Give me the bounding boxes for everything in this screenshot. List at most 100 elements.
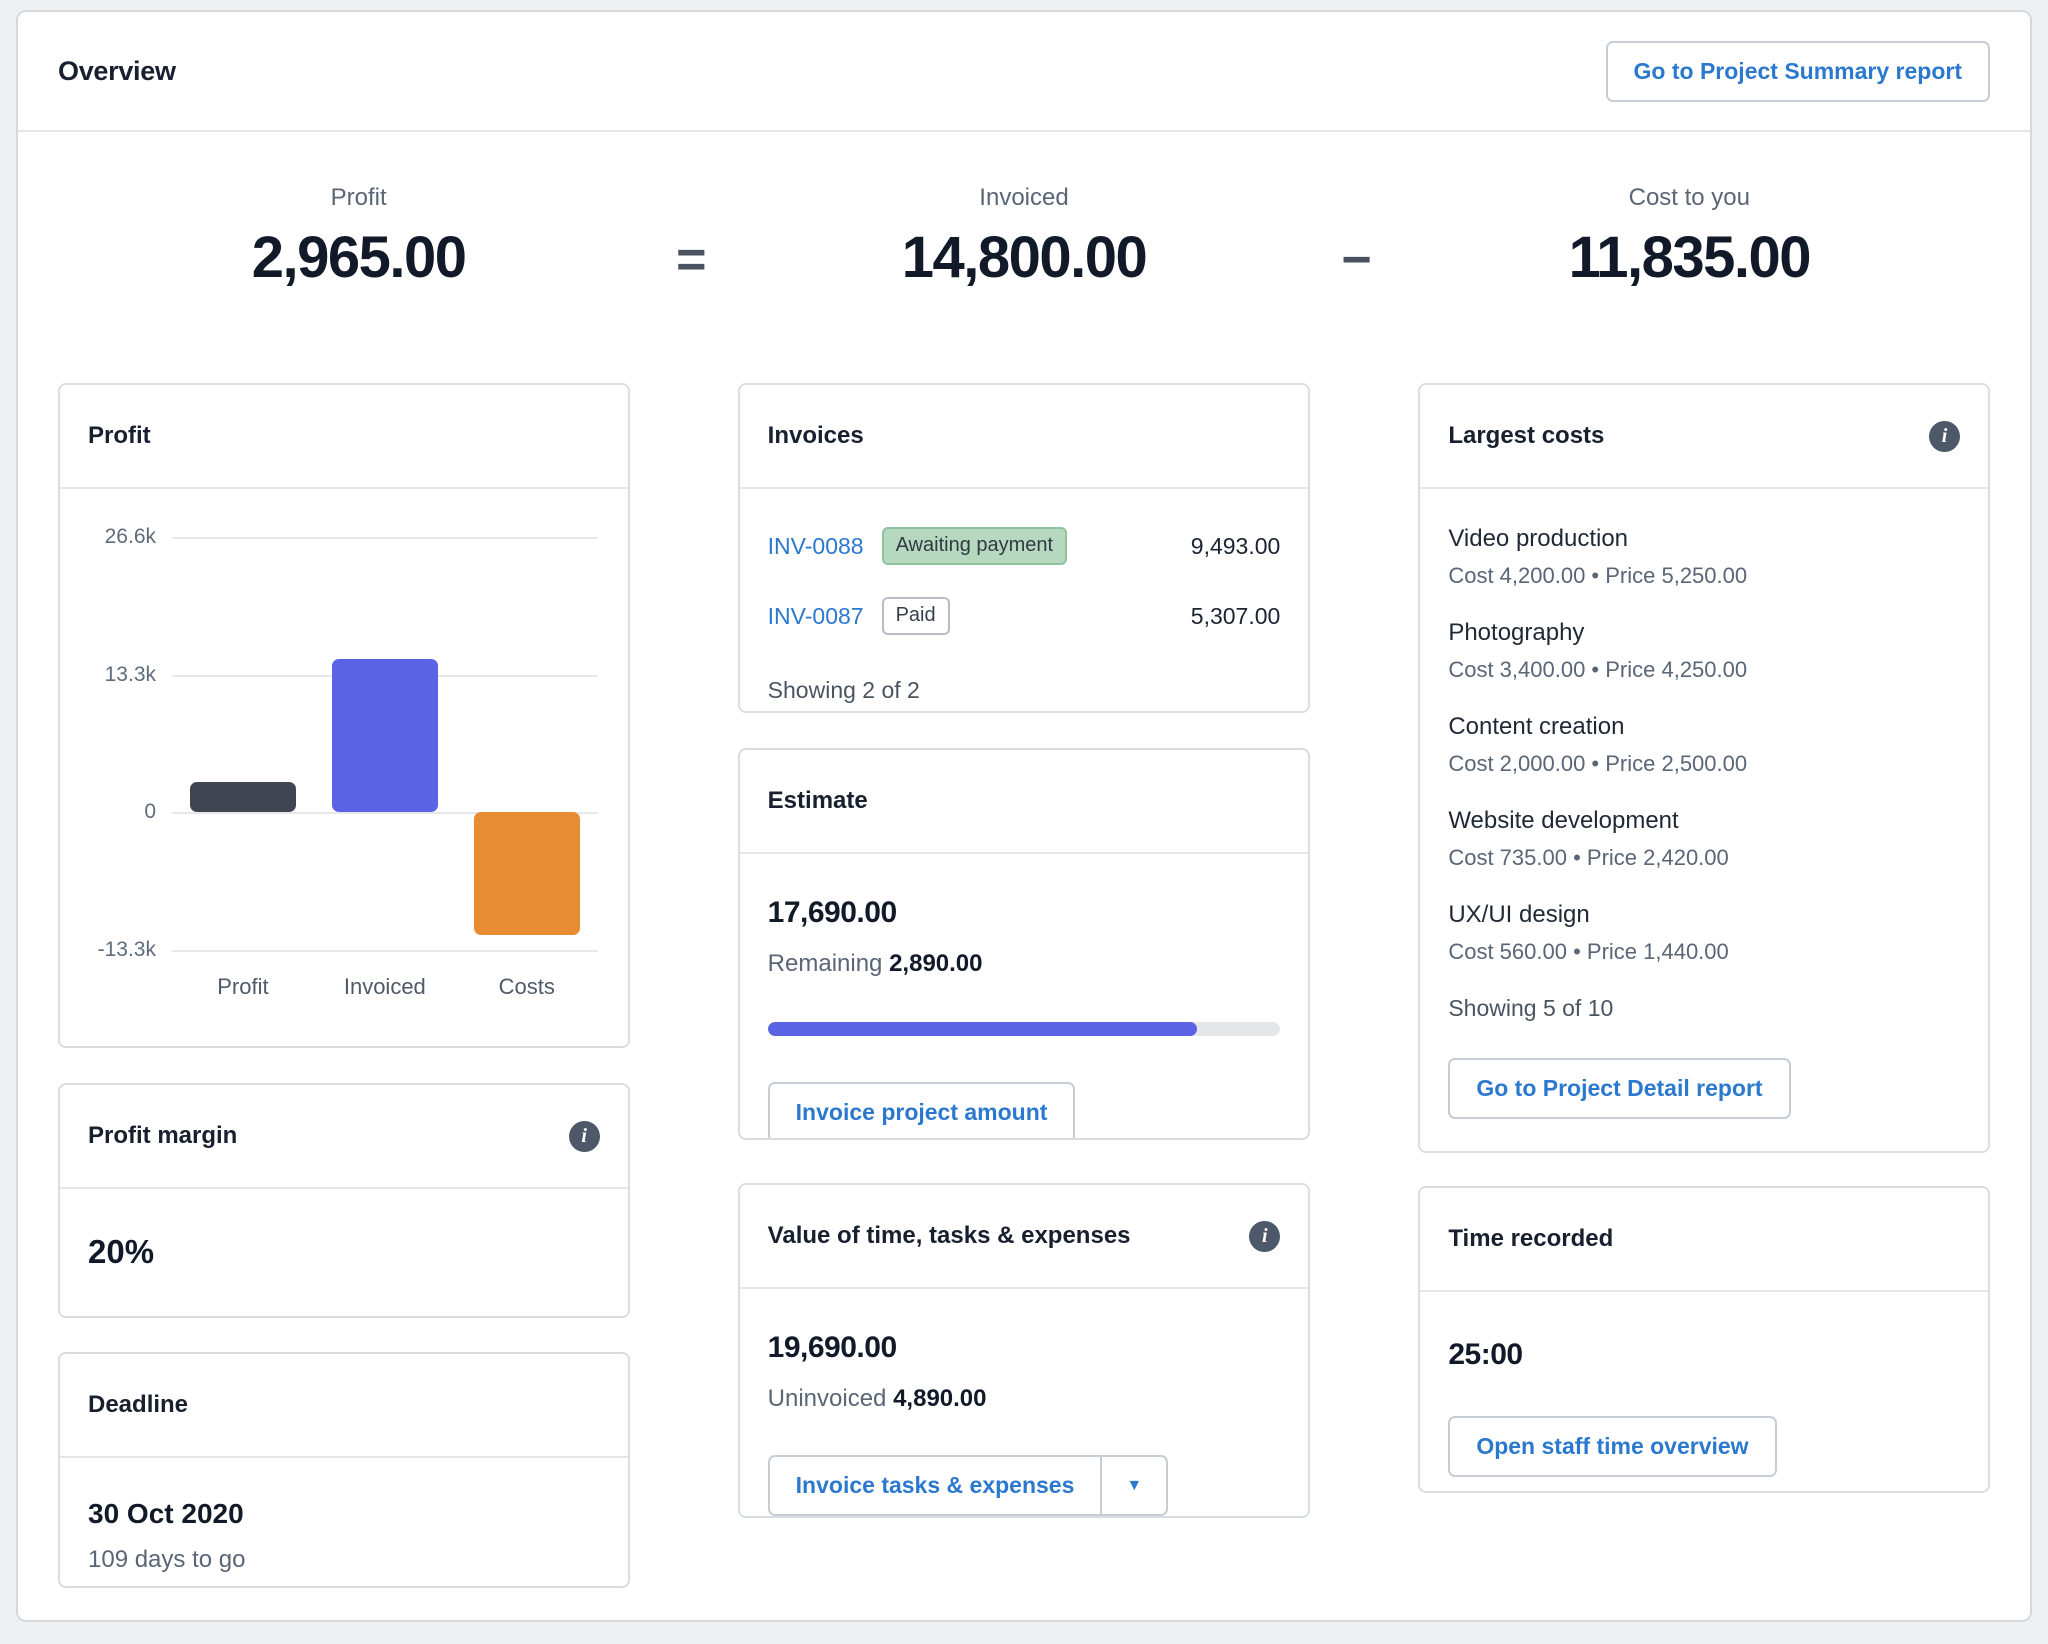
- cost-item: Photography Cost 3,400.00 • Price 4,250.…: [1448, 619, 1960, 683]
- bar-profit: [189, 781, 296, 813]
- x-tick-label: Profit: [217, 974, 269, 999]
- summary-stat-cost: Cost to you 11,835.00: [1389, 184, 1990, 291]
- bar-costs: [473, 812, 580, 935]
- card-header: Profit: [60, 385, 628, 489]
- y-tick-label: 13.3k: [104, 662, 156, 686]
- summary-stat-label: Cost to you: [1628, 184, 1751, 211]
- card-title: Time recorded: [1448, 1225, 1614, 1252]
- deadline-body: 30 Oct 2020 109 days to go: [60, 1458, 628, 1586]
- y-tick-label: -13.3k: [97, 938, 156, 961]
- caret-down-icon[interactable]: ▼: [1102, 1455, 1169, 1516]
- summary-stat-invoiced: Invoiced 14,800.00: [723, 184, 1324, 291]
- card-header: Estimate: [739, 750, 1309, 854]
- largest-costs-body: Video production Cost 4,200.00 • Price 5…: [1420, 489, 1988, 1119]
- panel-header: Overview Go to Project Summary report: [18, 12, 2030, 132]
- value-of-time-card: Value of time, tasks & expenses i 19,690…: [737, 1183, 1311, 1518]
- showing-count: Showing 5 of 10: [1448, 995, 1614, 1021]
- go-to-project-detail-report-button[interactable]: Go to Project Detail report: [1448, 1058, 1791, 1119]
- summary-stat-profit: Profit 2,965.00: [58, 184, 659, 291]
- estimate-body: 17,690.00 Remaining 2,890.00 Invoice pro…: [740, 854, 1309, 1138]
- time-recorded-body: 25:00 Open staff time overview: [1420, 1292, 1988, 1477]
- cost-detail: Cost 4,200.00 • Price 5,250.00: [1448, 563, 1748, 588]
- invoices-card: Invoices INV-0088 Awaiting payment 9,493…: [737, 383, 1311, 713]
- x-tick-label: Invoiced: [343, 974, 426, 999]
- card-title: Profit margin: [88, 1122, 238, 1149]
- page-title: Overview: [58, 55, 176, 86]
- middle-column: Invoices INV-0088 Awaiting payment 9,493…: [737, 383, 1311, 1588]
- cost-item: Website development Cost 735.00 • Price …: [1448, 807, 1960, 871]
- left-column: Profit 26.6k 13.3k 0 -13.3k Profit Invoiced Co…: [58, 383, 630, 1588]
- deadline-date: 30 Oct 2020: [88, 1498, 244, 1529]
- go-to-project-summary-report-button[interactable]: Go to Project Summary report: [1605, 40, 1990, 102]
- open-staff-time-overview-button[interactable]: Open staff time overview: [1448, 1416, 1777, 1477]
- estimate-progress-track: [767, 1022, 1281, 1036]
- minus-operator: −: [1341, 231, 1372, 289]
- invoice-row: INV-0088 Awaiting payment 9,493.00: [768, 527, 1281, 565]
- invoice-link[interactable]: INV-0088: [768, 533, 864, 560]
- card-header: Time recorded: [1420, 1188, 1988, 1292]
- card-header: Profit margin i: [60, 1085, 628, 1189]
- overview-panel: Overview Go to Project Summary report Pr…: [16, 10, 2032, 1622]
- summary-stat-value: 14,800.00: [901, 225, 1148, 290]
- x-tick-label: Costs: [498, 974, 555, 999]
- showing-count: Showing 2 of 2: [767, 677, 920, 703]
- cost-detail: Cost 560.00 • Price 1,440.00: [1448, 939, 1729, 964]
- summary-stat-label: Invoiced: [979, 184, 1069, 211]
- time-recorded-value: 25:00: [1448, 1338, 1523, 1371]
- profit-margin-card: Profit margin i 20%: [58, 1083, 630, 1318]
- estimate-card: Estimate 17,690.00 Remaining 2,890.00 In…: [737, 748, 1311, 1140]
- invoice-amount: 5,307.00: [1190, 602, 1281, 629]
- invoice-row: INV-0087 Paid 5,307.00: [768, 597, 1281, 635]
- estimate-progress-fill: [767, 1022, 1197, 1036]
- chart-gridline: [172, 537, 598, 539]
- y-tick-label: 26.6k: [104, 525, 156, 548]
- invoice-project-amount-button[interactable]: Invoice project amount: [767, 1082, 1076, 1138]
- cost-item: Content creation Cost 2,000.00 • Price 2…: [1448, 713, 1960, 777]
- cost-detail: Cost 3,400.00 • Price 4,250.00: [1448, 657, 1748, 682]
- cost-name: Video production: [1448, 525, 1629, 552]
- card-header: Invoices: [739, 385, 1309, 489]
- card-title: Largest costs: [1448, 422, 1605, 449]
- right-column: Largest costs i Video production Cost 4,…: [1418, 383, 1990, 1588]
- card-title: Estimate: [767, 787, 868, 814]
- invoice-link[interactable]: INV-0087: [768, 603, 864, 630]
- card-title: Deadline: [88, 1391, 189, 1418]
- cards-grid: Profit 26.6k 13.3k 0 -13.3k Profit Invoiced Co…: [18, 383, 2030, 1588]
- estimate-value: 17,690.00: [767, 896, 897, 929]
- profit-chart-plot: 26.6k 13.3k 0 -13.3k Profit Invoiced Costs: [98, 525, 598, 999]
- info-icon[interactable]: i: [568, 1120, 600, 1152]
- card-header: Deadline: [60, 1354, 628, 1458]
- info-icon[interactable]: i: [1249, 1220, 1281, 1252]
- estimate-remaining-line: Remaining 2,890.00: [768, 950, 1281, 978]
- card-title: Value of time, tasks & expenses: [767, 1222, 1131, 1249]
- uninvoiced-label: Uninvoiced: [767, 1385, 887, 1412]
- cost-name: Content creation: [1448, 713, 1625, 740]
- cost-name: UX/UI design: [1448, 901, 1590, 928]
- cost-item: Video production Cost 4,200.00 • Price 5…: [1448, 525, 1960, 589]
- profit-chart: 26.6k 13.3k 0 -13.3k Profit Invoiced Costs: [72, 525, 598, 999]
- largest-costs-card: Largest costs i Video production Cost 4,…: [1418, 383, 1990, 1153]
- value-body: 19,690.00 Uninvoiced 4,890.00 Invoice ta…: [740, 1289, 1309, 1516]
- cost-name: Website development: [1448, 807, 1679, 834]
- invoices-body: INV-0088 Awaiting payment 9,493.00 INV-0…: [740, 489, 1309, 704]
- profit-margin-value: 20%: [88, 1233, 155, 1270]
- cost-detail: Cost 735.00 • Price 2,420.00: [1448, 845, 1729, 870]
- chart-gridline: [172, 950, 598, 952]
- summary-stat-value: 2,965.00: [251, 225, 467, 290]
- time-recorded-card: Time recorded 25:00 Open staff time over…: [1418, 1186, 1990, 1493]
- card-header: Value of time, tasks & expenses i: [739, 1185, 1309, 1289]
- card-header: Largest costs i: [1420, 385, 1988, 489]
- deadline-days-to-go: 109 days to go: [88, 1546, 246, 1573]
- cost-item: UX/UI design Cost 560.00 • Price 1,440.0…: [1448, 901, 1960, 965]
- info-icon[interactable]: i: [1929, 420, 1960, 452]
- card-title: Invoices: [767, 422, 864, 449]
- summary-stat-label: Profit: [330, 184, 387, 211]
- summary-equation: Profit 2,965.00 = Invoiced 14,800.00 − C…: [18, 132, 2030, 291]
- invoice-tasks-expenses-button[interactable]: Invoice tasks & expenses: [767, 1455, 1103, 1516]
- cost-detail: Cost 2,000.00 • Price 2,500.00: [1448, 751, 1748, 776]
- summary-stat-value: 11,835.00: [1568, 225, 1812, 290]
- remaining-label: Remaining: [767, 950, 883, 977]
- invoice-tasks-split-button: Invoice tasks & expenses ▼: [767, 1455, 1169, 1516]
- invoice-amount: 9,493.00: [1190, 532, 1281, 559]
- deadline-card: Deadline 30 Oct 2020 109 days to go: [58, 1352, 630, 1588]
